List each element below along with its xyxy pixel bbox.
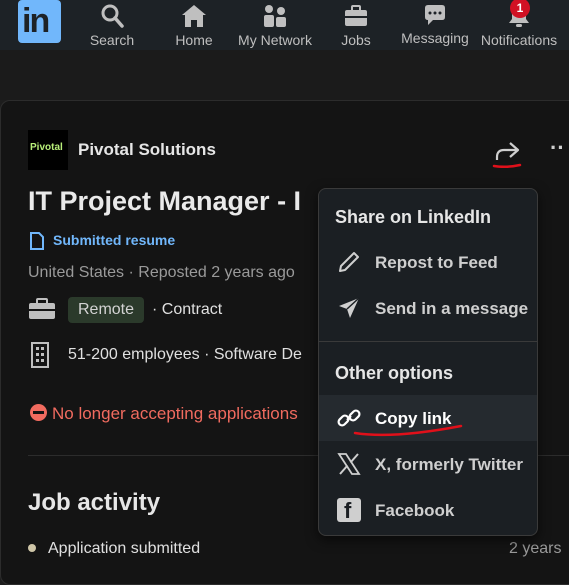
- other-options-heading: Other options: [335, 363, 453, 383]
- briefcase-icon: [29, 298, 55, 319]
- logo-text: in: [22, 2, 50, 40]
- nav-messaging-label: Messaging: [401, 30, 469, 46]
- search-icon: [101, 4, 124, 28]
- no-entry-icon: [30, 404, 47, 421]
- nav-jobs[interactable]: Jobs: [336, 0, 376, 50]
- document-icon: [30, 232, 44, 250]
- nav-home-label: Home: [175, 32, 213, 48]
- job-activity-title: Job activity: [28, 489, 161, 516]
- nav-jobs-label: Jobs: [341, 32, 371, 48]
- send-in-message-item[interactable]: Send in a message: [319, 285, 537, 331]
- nav-messaging[interactable]: Messaging: [400, 0, 470, 50]
- nav-search-label: Search: [89, 32, 135, 48]
- nav-home[interactable]: Home: [170, 0, 218, 50]
- nav-search[interactable]: Search: [84, 0, 140, 50]
- workplace-chip: Remote: [68, 297, 145, 323]
- nav-my-network-label: My Network: [238, 32, 312, 48]
- activity-item-time: 2 years: [509, 540, 562, 557]
- more-options-icon[interactable]: ··: [550, 137, 569, 160]
- share-icon[interactable]: [492, 138, 522, 168]
- closed-notice-text: No longer accepting applications: [52, 404, 298, 423]
- facebook-icon: f: [337, 498, 361, 522]
- share-dropdown: Share on LinkedIn Repost to Feed Send in…: [318, 188, 538, 536]
- nav-notifications-label: Notifications: [480, 32, 558, 48]
- building-icon: [31, 342, 49, 368]
- x-twitter-item[interactable]: X, formerly Twitter: [319, 441, 537, 487]
- application-status-text: Submitted resume: [53, 232, 176, 248]
- copy-link-annotation: [353, 424, 463, 437]
- bullet-icon: [28, 544, 36, 552]
- page-background-band: [0, 50, 569, 100]
- top-navigation: in Search Home My Network Jobs Messaging…: [0, 0, 569, 50]
- dropdown-divider: [319, 341, 537, 342]
- x-twitter-label: X, formerly Twitter: [375, 455, 523, 474]
- company-logo-text: Pivotal: [30, 142, 63, 153]
- home-icon: [182, 5, 206, 27]
- repost-to-feed-item[interactable]: Repost to Feed: [319, 239, 537, 285]
- pencil-icon: [339, 252, 359, 272]
- company-logo[interactable]: Pivotal: [28, 130, 68, 170]
- job-location: United States · Reposted 2 years ago: [28, 264, 295, 281]
- jobs-icon: [345, 5, 367, 26]
- send-in-message-label: Send in a message: [375, 299, 529, 318]
- facebook-glyph: f: [344, 498, 352, 523]
- facebook-label: Facebook: [375, 501, 455, 520]
- activity-item-label: Application submitted: [48, 540, 201, 557]
- company-name[interactable]: Pivotal Solutions: [78, 140, 216, 160]
- activity-item: Application submitted 2 years: [28, 540, 569, 560]
- linkedin-logo[interactable]: in: [18, 0, 61, 43]
- job-title: IT Project Manager - I: [28, 186, 302, 216]
- nav-notifications[interactable]: 1 Notifications: [476, 0, 562, 50]
- facebook-item[interactable]: f Facebook: [319, 487, 537, 533]
- messaging-icon: [425, 5, 445, 25]
- repost-to-feed-label: Repost to Feed: [375, 253, 498, 272]
- job-type: · Contract: [152, 301, 223, 318]
- company-size: 51-200 employees · Software De: [68, 346, 302, 363]
- copy-link-item[interactable]: Copy link: [319, 395, 537, 441]
- share-linkedin-heading: Share on LinkedIn: [335, 207, 492, 227]
- nav-my-network[interactable]: My Network: [232, 0, 318, 50]
- x-logo-icon: [337, 453, 361, 475]
- send-icon: [339, 297, 360, 318]
- my-network-icon: [264, 5, 286, 27]
